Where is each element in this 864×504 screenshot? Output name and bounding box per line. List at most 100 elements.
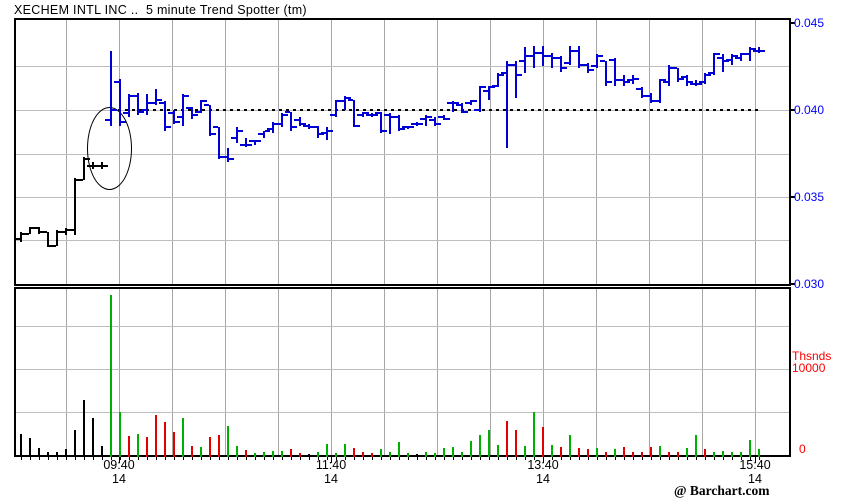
close-tick [499,74,504,76]
ohlc-bar [587,63,589,73]
open-tick [402,126,407,128]
close-tick [238,130,243,132]
ohlc-bar [182,94,184,126]
open-tick [537,52,542,54]
time-minor-tick [93,457,94,460]
close-tick [184,95,189,97]
close-tick [598,55,603,57]
open-tick [654,100,659,102]
time-minor-tick [174,457,175,460]
time-minor-tick [435,457,436,460]
volume-bar [596,448,598,457]
open-tick [240,144,245,146]
close-tick [292,126,297,128]
volume-bar [110,295,112,457]
time-minor-tick [696,457,697,460]
ohlc-bar [209,105,211,136]
open-tick [105,119,110,121]
close-tick [427,116,432,118]
volume-bar [497,445,499,457]
close-tick [229,158,234,160]
time-minor-tick [138,457,139,460]
time-minor-tick [516,457,517,460]
time-minor-tick [57,457,58,460]
open-tick [78,179,83,181]
open-tick [330,114,335,116]
time-minor-tick [588,457,589,460]
x-axis-day-label: 14 [536,472,550,486]
open-tick [339,100,344,102]
time-minor-tick [210,457,211,460]
time-gridline [384,20,385,284]
open-tick [591,65,596,67]
volume-bar [380,449,382,457]
time-minor-tick [462,457,463,460]
open-tick [519,60,524,62]
open-tick [60,231,65,233]
time-minor-tick [669,457,670,460]
time-gridline [490,20,491,284]
open-tick [249,140,254,142]
open-tick [456,104,461,106]
open-tick [483,90,488,92]
open-tick [150,102,155,104]
close-tick [481,86,486,88]
open-tick [393,116,398,118]
volume-bar [200,447,202,457]
time-gridline [649,289,650,455]
open-tick [159,102,164,104]
open-tick [303,125,308,127]
close-tick [265,130,270,132]
time-minor-tick [525,457,526,460]
close-tick [157,99,162,101]
open-tick [663,81,668,83]
close-tick [211,133,216,135]
ohlc-bar [146,94,148,115]
time-minor-tick [48,457,49,460]
time-gridline [172,20,173,284]
x-axis-time-label: 11:40 [315,458,347,472]
time-gridline [66,20,67,284]
time-minor-tick [219,457,220,460]
time-gridline [596,289,597,455]
volume-bar [524,446,526,457]
volume-bar [470,441,472,457]
volume-bar [704,449,706,457]
ohlc-bar [533,46,535,68]
ohlc-bar [119,79,121,126]
open-tick [42,231,47,233]
open-tick [510,64,515,66]
open-tick [582,64,587,66]
open-tick [285,111,290,113]
volume-bar [560,447,562,457]
close-tick [103,165,108,167]
close-tick [625,81,630,83]
close-tick [463,111,468,113]
ohlc-bar [722,54,724,72]
volume-bar [38,448,40,457]
ohlc-bar [317,126,319,138]
time-minor-tick [372,457,373,460]
chart-canvas: XECHEM INTL INC .. 5 minute Trend Spotte… [0,0,864,504]
volume-bar [83,400,85,457]
ohlc-bar [326,127,328,140]
time-gridline [437,20,438,284]
time-minor-tick [201,457,202,460]
volume-bar [191,446,193,457]
ohlc-bar [110,51,112,126]
open-tick [186,107,191,109]
volume-bar [209,437,211,457]
open-tick [123,112,128,114]
close-tick [445,118,450,120]
ohlc-bar [515,61,517,98]
volume-bar [164,422,166,457]
time-minor-tick [354,457,355,460]
volume-bar [119,412,121,457]
time-minor-tick [624,457,625,460]
ohlc-bar [83,157,85,180]
open-tick [528,55,533,57]
ohlc-bar [218,127,220,159]
open-tick [132,95,137,97]
ohlc-bar [524,47,526,73]
close-tick [139,111,144,113]
